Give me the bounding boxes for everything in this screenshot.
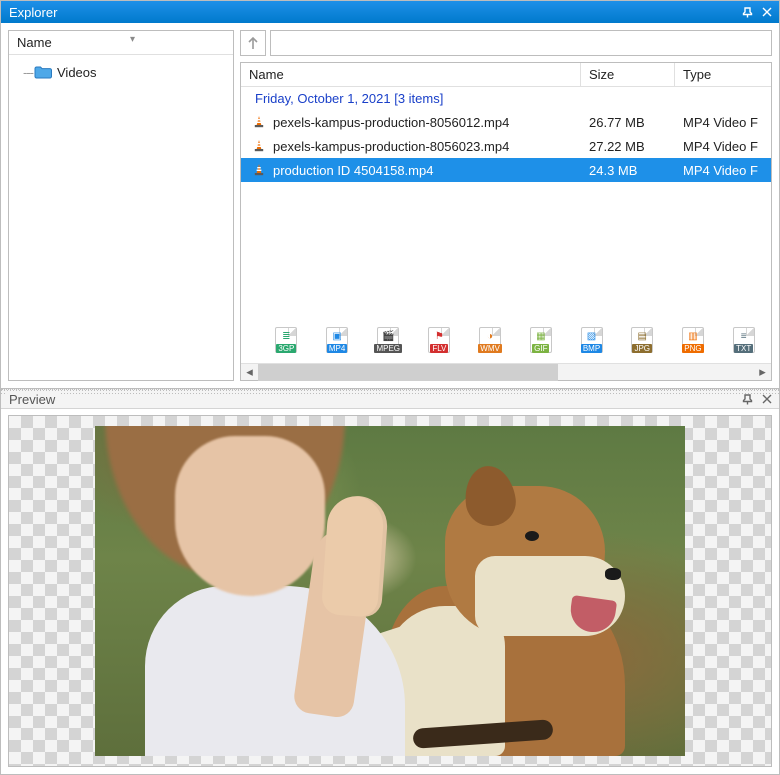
filetype-filter-3gp[interactable]: ≣3GP <box>273 327 300 353</box>
file-rows: pexels-kampus-production-8056012.mp4 26.7… <box>241 110 771 182</box>
filetype-filter-txt[interactable]: ≡TXT <box>730 327 757 353</box>
tree-node-label: Videos <box>57 65 97 80</box>
group-header: Friday, October 1, 2021 [3 items] <box>241 87 771 110</box>
tree-connector: --- <box>23 65 33 80</box>
filetype-filter-jpg[interactable]: ▤JPG <box>629 327 656 353</box>
file-size: 27.22 MB <box>581 139 675 154</box>
pin-icon[interactable] <box>739 4 755 20</box>
preview-body <box>8 415 772 767</box>
right-pane: Name Size Type Friday, October 1, 2021 [… <box>240 30 772 381</box>
chevron-down-icon: ▾ <box>130 34 135 45</box>
explorer-title: Explorer <box>5 5 735 20</box>
file-name: pexels-kampus-production-8056012.mp4 <box>273 115 509 130</box>
tree-body: --- Videos <box>9 55 233 380</box>
close-icon[interactable] <box>759 4 775 20</box>
vlc-cone-icon <box>251 114 267 130</box>
horizontal-scrollbar[interactable]: ◂ ▸ <box>241 363 771 380</box>
column-header-size[interactable]: Size <box>581 63 675 86</box>
file-row[interactable]: pexels-kampus-production-8056012.mp4 26.7… <box>241 110 771 134</box>
filetype-filter-wmv[interactable]: ◑WMV <box>477 327 504 353</box>
path-input[interactable] <box>270 30 772 56</box>
filetype-filter-gif[interactable]: ▦GIF <box>527 327 554 353</box>
vlc-cone-icon <box>251 162 267 178</box>
file-name: production ID 4504158.mp4 <box>273 163 433 178</box>
close-icon[interactable] <box>759 391 775 407</box>
folder-icon <box>34 65 52 79</box>
filetype-label: MP4 <box>327 344 347 353</box>
filetype-filter-mp4[interactable]: ▣MP4 <box>324 327 351 353</box>
preview-thumbnail <box>95 426 685 756</box>
filetype-filter-mpeg[interactable]: 🎬MPEG <box>374 327 402 353</box>
file-type: MP4 Video F <box>675 139 771 154</box>
filetype-filter-row: ≣3GP ▣MP4 🎬MPEG ⚑FLV ◑WMV ▦GIF ▨BMP ▤JPG ▥PNG ≡TX… <box>241 311 771 363</box>
scroll-right-arrow[interactable]: ▸ <box>754 364 771 381</box>
file-list-blank <box>241 182 771 311</box>
scroll-thumb[interactable] <box>258 364 558 381</box>
column-headers: Name Size Type <box>241 63 771 87</box>
filetype-label: JPG <box>632 344 652 353</box>
vlc-cone-icon <box>251 138 267 154</box>
preview-titlebar: Preview <box>1 389 779 409</box>
filetype-label: WMV <box>478 344 502 353</box>
tree-header[interactable]: Name ▾ <box>9 31 233 55</box>
path-row <box>240 30 772 56</box>
preview-title: Preview <box>5 392 61 407</box>
preview-panel: Preview <box>1 389 779 774</box>
filetype-filter-png[interactable]: ▥PNG <box>680 327 707 353</box>
file-list: Name Size Type Friday, October 1, 2021 [… <box>240 62 772 381</box>
file-type: MP4 Video F <box>675 115 771 130</box>
explorer-panel: Explorer Name ▾ --- <box>1 1 779 389</box>
column-header-name[interactable]: Name <box>241 63 581 86</box>
filetype-label: 3GP <box>276 344 296 353</box>
up-button[interactable] <box>240 30 266 56</box>
file-size: 24.3 MB <box>581 163 675 178</box>
filetype-filter-bmp[interactable]: ▨BMP <box>578 327 605 353</box>
scroll-track[interactable] <box>258 364 754 381</box>
filetype-label: FLV <box>430 344 448 353</box>
file-row[interactable]: production ID 4504158.mp4 24.3 MBMP4 Vide… <box>241 158 771 182</box>
app-root: Explorer Name ▾ --- <box>0 0 780 775</box>
column-header-type[interactable]: Type <box>675 63 771 86</box>
filetype-label: PNG <box>682 344 703 353</box>
filetype-label: BMP <box>581 344 602 353</box>
scroll-left-arrow[interactable]: ◂ <box>241 364 258 381</box>
filetype-filter-flv[interactable]: ⚑FLV <box>426 327 453 353</box>
file-type: MP4 Video F <box>675 163 771 178</box>
explorer-body: Name ▾ --- Videos <box>1 23 779 388</box>
tree-pane: Name ▾ --- Videos <box>8 30 234 381</box>
filetype-label: MPEG <box>374 344 402 353</box>
tree-node-videos[interactable]: --- Videos <box>13 61 229 83</box>
pin-icon[interactable] <box>739 391 755 407</box>
file-name: pexels-kampus-production-8056023.mp4 <box>273 139 509 154</box>
file-row[interactable]: pexels-kampus-production-8056023.mp4 27.2… <box>241 134 771 158</box>
file-size: 26.77 MB <box>581 115 675 130</box>
explorer-titlebar: Explorer <box>1 1 779 23</box>
tree-header-label: Name <box>17 35 52 50</box>
filetype-label: GIF <box>532 344 549 353</box>
filetype-label: TXT <box>734 344 753 353</box>
